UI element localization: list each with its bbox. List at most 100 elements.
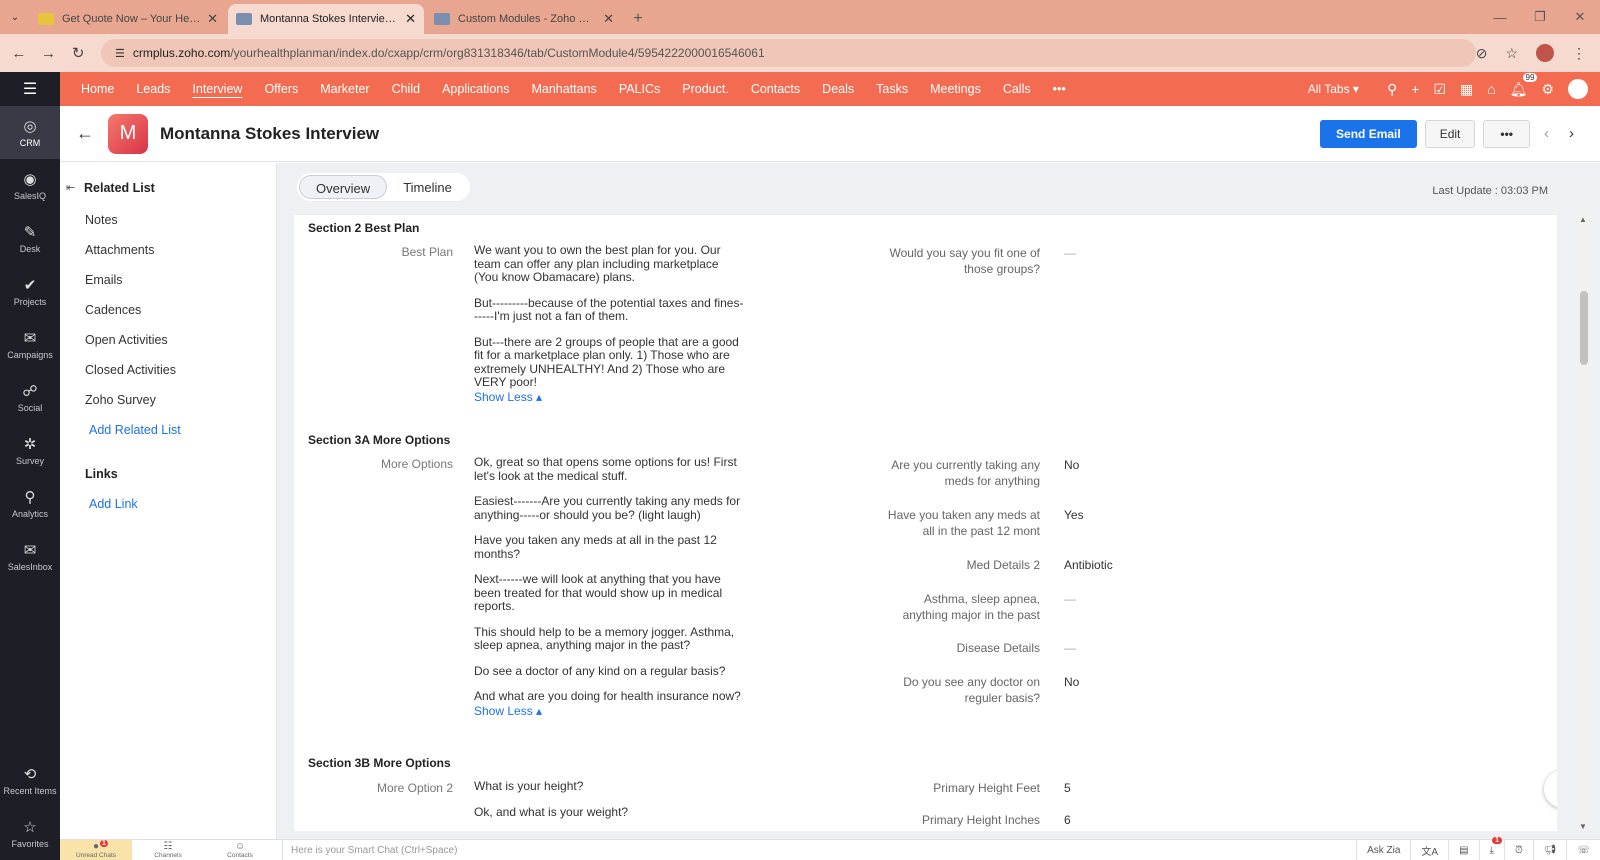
sidebar-item-campaigns[interactable]: ✉ Campaigns bbox=[0, 318, 60, 371]
sidebar-item-salesiq[interactable]: ◉ SalesIQ bbox=[0, 159, 60, 212]
announcement-icon[interactable]: 📢︎ bbox=[1532, 839, 1567, 860]
unread-count: 1 bbox=[100, 839, 108, 847]
back-icon[interactable]: ← bbox=[4, 45, 34, 62]
related-list-item[interactable]: Attachments bbox=[85, 243, 181, 273]
show-less-link[interactable]: Show Less ▴ bbox=[474, 390, 542, 404]
more-modules-icon[interactable]: ••• bbox=[1042, 82, 1077, 96]
send-email-button[interactable]: Send Email bbox=[1320, 119, 1417, 148]
url-input[interactable]: ☰ crmplus.zoho.com/yourhealthplanman/ind… bbox=[101, 39, 1476, 67]
browser-tab[interactable]: Montanna Stokes Interview (Int ✕ bbox=[228, 4, 424, 34]
browser-tab[interactable]: Get Quote Now – Your Health P ✕ bbox=[30, 4, 226, 34]
user-avatar[interactable] bbox=[1568, 79, 1588, 99]
close-tab-icon[interactable]: ✕ bbox=[603, 11, 614, 27]
hamburger-icon[interactable]: ☰ bbox=[0, 72, 60, 106]
site-settings-icon[interactable]: ☰ bbox=[115, 47, 125, 60]
sidebar-item-desk[interactable]: ✎ Desk bbox=[0, 212, 60, 265]
related-list-item[interactable]: Open Activities bbox=[85, 333, 181, 363]
related-list-item[interactable]: Zoho Survey bbox=[85, 393, 181, 423]
bottom-unread-chats[interactable]: ● Unread Chats 1 bbox=[60, 839, 132, 860]
settings-gear-icon[interactable]: ⚙ bbox=[1541, 81, 1554, 98]
previous-record-icon[interactable]: ‹ bbox=[1538, 125, 1555, 142]
more-actions-button[interactable]: ••• bbox=[1483, 119, 1530, 148]
browser-tab[interactable]: Custom Modules - Zoho CRM ✕ bbox=[426, 4, 622, 34]
nav-palics[interactable]: PALICs bbox=[608, 82, 671, 96]
search-icon[interactable]: ⚲ bbox=[1387, 81, 1397, 98]
field-value: Ok, great so that opens some options for… bbox=[474, 455, 744, 718]
bottom-channels[interactable]: ☷ Channels bbox=[132, 840, 204, 860]
sidebar-item-salesinbox[interactable]: ✉ SalesInbox bbox=[0, 530, 60, 583]
new-tab-icon[interactable]: + bbox=[624, 4, 652, 34]
calendar-icon[interactable]: ▦ bbox=[1460, 81, 1473, 98]
nav-offers[interactable]: Offers bbox=[253, 82, 309, 96]
chat-icon[interactable]: ☏ bbox=[1566, 839, 1600, 860]
close-window-icon[interactable]: ✕ bbox=[1560, 0, 1600, 34]
bookmark-star-icon[interactable]: ☆ bbox=[1505, 45, 1518, 62]
nav-tasks[interactable]: Tasks bbox=[865, 82, 919, 96]
nav-interview[interactable]: Interview bbox=[181, 82, 253, 96]
nav-child[interactable]: Child bbox=[381, 82, 432, 96]
sidebar-item-label: SalesInbox bbox=[7, 562, 53, 572]
related-list-item[interactable]: Emails bbox=[85, 273, 181, 303]
close-tab-icon[interactable]: ✕ bbox=[405, 11, 416, 27]
scroll-down-icon[interactable]: ▼ bbox=[1579, 822, 1587, 831]
minimize-icon[interactable]: — bbox=[1480, 0, 1520, 34]
alarm-icon[interactable]: ⏰︎ bbox=[1503, 839, 1533, 860]
scroll-up-icon[interactable]: ▲ bbox=[1579, 215, 1587, 224]
paragraph: And what are you doing for health insura… bbox=[474, 689, 741, 703]
scrollbar[interactable]: ▲ ▼ bbox=[1576, 215, 1592, 831]
back-arrow-icon[interactable]: ← bbox=[76, 123, 94, 144]
smart-chat-input[interactable]: Here is your Smart Chat (Ctrl+Space) bbox=[282, 839, 1300, 860]
nav-contacts[interactable]: Contacts bbox=[740, 82, 811, 96]
related-list-item[interactable]: Cadences bbox=[85, 303, 181, 333]
translate-icon[interactable]: 文A bbox=[1410, 839, 1448, 860]
sidebar-item-social[interactable]: ☍ Social bbox=[0, 371, 60, 424]
sidebar-item-favorites[interactable]: ☆ Favorites bbox=[0, 807, 60, 860]
downloads-icon[interactable]: ⤓ 1 bbox=[1478, 836, 1504, 860]
forward-icon[interactable]: → bbox=[34, 45, 64, 62]
sidebar-item-analytics[interactable]: ⚲ Analytics bbox=[0, 477, 60, 530]
notes-icon[interactable]: ▤ bbox=[1448, 839, 1478, 860]
scroll-to-top-button[interactable]: ⌃ bbox=[1544, 770, 1557, 808]
activity-icon[interactable]: ☑ bbox=[1433, 81, 1446, 98]
all-tabs-dropdown[interactable]: All Tabs ▾ bbox=[1308, 82, 1359, 96]
nav-calls[interactable]: Calls bbox=[992, 82, 1042, 96]
sidebar-item-survey[interactable]: ✲ Survey bbox=[0, 424, 60, 477]
browser-menu-icon[interactable]: ⋮ bbox=[1572, 45, 1586, 62]
tab-timeline[interactable]: Timeline bbox=[387, 175, 468, 199]
edit-button[interactable]: Edit bbox=[1424, 119, 1476, 148]
related-list-item[interactable]: Notes bbox=[85, 213, 181, 243]
bottom-contacts[interactable]: ☺ Contacts bbox=[204, 840, 276, 860]
nav-manhattans[interactable]: Manhattans bbox=[520, 82, 607, 96]
nav-marketer[interactable]: Marketer bbox=[309, 82, 380, 96]
close-tab-icon[interactable]: ✕ bbox=[207, 11, 218, 27]
nav-deals[interactable]: Deals bbox=[811, 82, 865, 96]
paragraph: Easiest-------Are you currently taking a… bbox=[474, 494, 741, 522]
sidebar-item-projects[interactable]: ✔ Projects bbox=[0, 265, 60, 318]
sidebar-item-crm[interactable]: ◎ CRM bbox=[0, 106, 60, 159]
notification-bell-icon[interactable]: 🔔︎ 99 bbox=[1510, 72, 1538, 98]
tab-search-icon[interactable]: ⌄ bbox=[0, 0, 30, 34]
nav-meetings[interactable]: Meetings bbox=[919, 82, 992, 96]
next-record-icon[interactable]: › bbox=[1563, 125, 1580, 142]
ask-zia-button[interactable]: Ask Zia bbox=[1356, 839, 1410, 860]
restore-icon[interactable]: ❐ bbox=[1520, 0, 1560, 34]
scroll-thumb[interactable] bbox=[1580, 291, 1588, 365]
plus-icon[interactable]: + bbox=[1411, 81, 1419, 97]
nav-product[interactable]: Product. bbox=[671, 82, 740, 96]
collapse-panel-icon[interactable]: ⇤ bbox=[66, 181, 75, 194]
eye-off-icon[interactable]: ⊘ bbox=[1476, 45, 1488, 62]
nav-leads[interactable]: Leads bbox=[125, 82, 181, 96]
nav-applications[interactable]: Applications bbox=[431, 82, 520, 96]
downloads-count: 1 bbox=[1492, 836, 1502, 844]
nav-home[interactable]: Home bbox=[70, 82, 125, 96]
tab-overview[interactable]: Overview bbox=[299, 175, 388, 199]
sidebar-item-recent-items[interactable]: ⟲ Recent Items bbox=[0, 754, 60, 807]
add-related-list-link[interactable]: Add Related List bbox=[85, 423, 181, 453]
related-list-item[interactable]: Closed Activities bbox=[85, 363, 181, 393]
profile-avatar[interactable] bbox=[1536, 44, 1555, 62]
reload-icon[interactable]: ↻ bbox=[63, 44, 93, 62]
sidebar-item-label: Projects bbox=[13, 297, 47, 307]
marketplace-icon[interactable]: ⌂ bbox=[1487, 81, 1495, 97]
add-link[interactable]: Add Link bbox=[85, 497, 181, 527]
show-less-link[interactable]: Show Less ▴ bbox=[474, 704, 542, 718]
